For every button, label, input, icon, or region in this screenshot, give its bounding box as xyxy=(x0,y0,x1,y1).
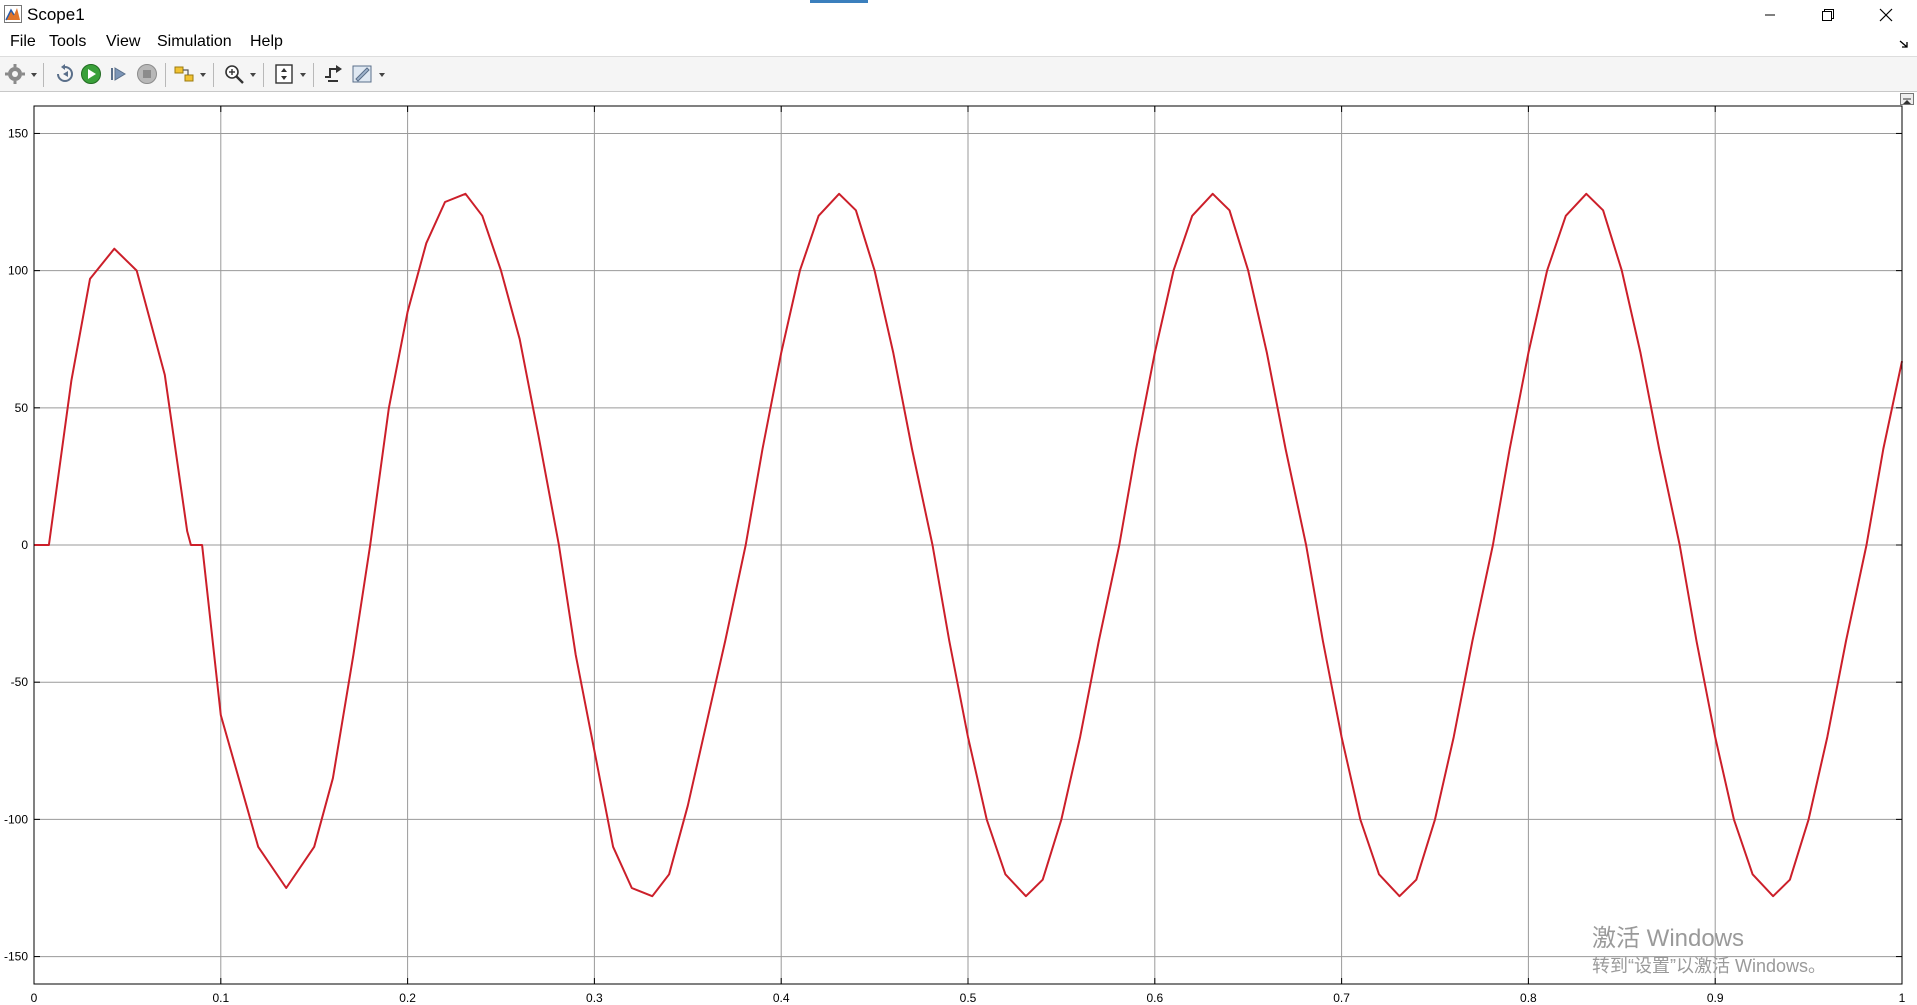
title-bar: Scope1 xyxy=(0,0,1917,30)
menu-tools[interactable]: Tools xyxy=(47,33,88,51)
close-icon[interactable] xyxy=(1858,0,1914,30)
y-tick-label: -100 xyxy=(4,812,28,826)
scale-axes-icon[interactable] xyxy=(273,63,295,85)
y-tick-label: 50 xyxy=(15,401,29,415)
toolbar-separator xyxy=(313,63,314,87)
y-tick-label: -50 xyxy=(11,675,29,689)
matlab-scope-icon xyxy=(4,5,22,23)
run-icon[interactable] xyxy=(80,63,102,85)
zoom-dropdown-arrow[interactable] xyxy=(249,64,257,84)
watermark-line1: 激活 Windows xyxy=(1592,925,1745,952)
expand-axes-button[interactable] xyxy=(1900,93,1914,105)
x-tick-label: 0.4 xyxy=(773,991,790,1005)
x-tick-label: 0.6 xyxy=(1146,991,1163,1005)
stop-icon[interactable] xyxy=(136,63,158,85)
toolbar-separator xyxy=(213,63,214,87)
highlight-simulink-block-icon[interactable] xyxy=(173,63,195,85)
watermark-line2: 转到“设置”以激活 Windows。 xyxy=(1592,956,1827,976)
settings-gear-icon[interactable] xyxy=(4,63,26,85)
x-tick-label: 0.3 xyxy=(586,991,603,1005)
undock-arrow-icon[interactable] xyxy=(1899,36,1909,54)
scope-plot-area: 0 0.1 0.2 0.3 0.4 0.5 0.6 0.7 0.8 0.9 1 150 100 50 0 -5… xyxy=(0,92,1917,1005)
highlight-dropdown-arrow[interactable] xyxy=(199,64,207,84)
x-tick-label: 0.7 xyxy=(1333,991,1350,1005)
x-tick-label: 0.8 xyxy=(1520,991,1537,1005)
y-tick-label: 0 xyxy=(21,538,28,552)
taskbar-accent xyxy=(810,0,868,3)
menu-simulation[interactable]: Simulation xyxy=(155,33,234,51)
style-icon[interactable] xyxy=(351,63,373,85)
menu-file[interactable]: File xyxy=(8,33,38,51)
scale-dropdown-arrow[interactable] xyxy=(299,64,307,84)
x-tick-label: 0.9 xyxy=(1707,991,1724,1005)
trigger-icon[interactable] xyxy=(322,63,344,85)
step-back-icon[interactable] xyxy=(54,63,76,85)
menu-help[interactable]: Help xyxy=(248,33,285,51)
step-forward-icon[interactable] xyxy=(108,63,130,85)
scope-axes[interactable]: 0 0.1 0.2 0.3 0.4 0.5 0.6 0.7 0.8 0.9 1 150 100 50 0 -5… xyxy=(0,92,1917,1005)
x-tick-label: 0.2 xyxy=(399,991,416,1005)
restore-icon[interactable] xyxy=(1800,0,1856,30)
minimize-icon[interactable] xyxy=(1742,0,1798,30)
x-tick-label: 0.5 xyxy=(960,991,977,1005)
toolbar-separator xyxy=(43,63,44,87)
toolbar-separator xyxy=(165,63,166,87)
y-tick-label: -150 xyxy=(4,950,28,964)
y-tick-label: 100 xyxy=(8,264,28,278)
windows-activation-watermark: 激活 Windows 转到“设置”以激活 Windows。 xyxy=(1592,925,1826,977)
zoom-in-icon[interactable] xyxy=(223,63,245,85)
x-tick-label: 0 xyxy=(31,991,38,1005)
toolbar-separator xyxy=(263,63,264,87)
window-title: Scope1 xyxy=(27,5,85,24)
menu-view[interactable]: View xyxy=(104,33,142,51)
x-tick-label: 1 xyxy=(1899,991,1906,1005)
settings-dropdown-arrow[interactable] xyxy=(30,64,38,84)
x-tick-label: 0.1 xyxy=(212,991,229,1005)
y-tick-label: 150 xyxy=(8,126,28,140)
menu-bar: File Tools View Simulation Help xyxy=(0,30,1917,56)
style-dropdown-arrow[interactable] xyxy=(378,64,386,84)
toolbar xyxy=(0,56,1917,92)
